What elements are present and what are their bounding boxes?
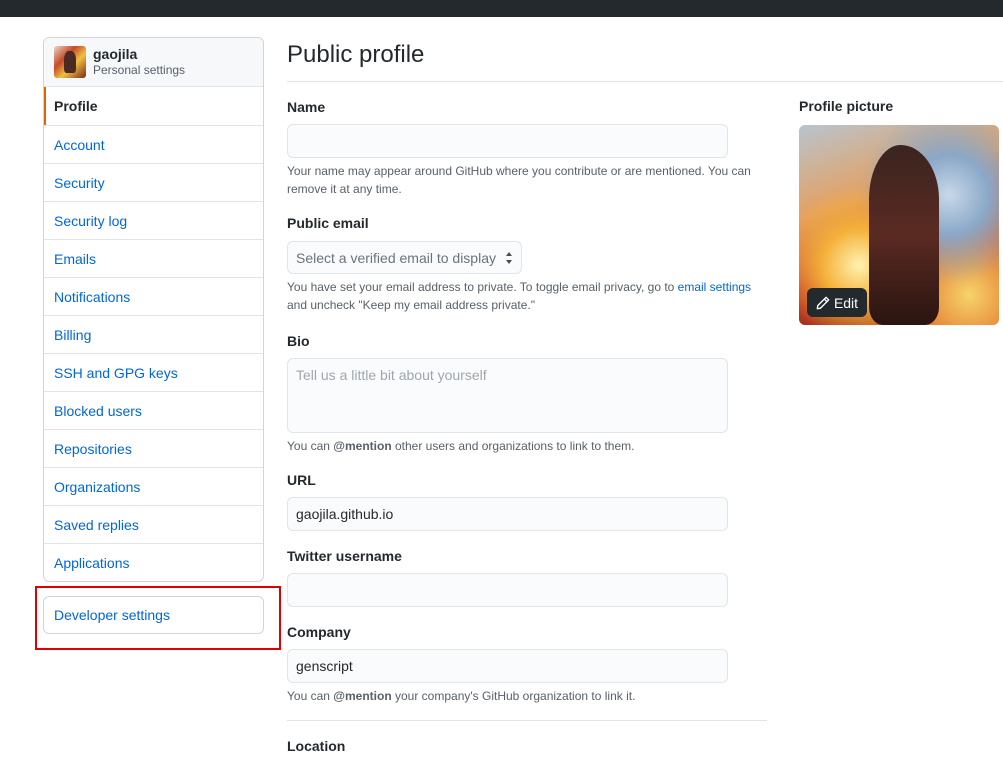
sidebar-item-label: Profile (54, 98, 98, 114)
sidebar-item-security[interactable]: Security (44, 163, 263, 201)
email-settings-link[interactable]: email settings (678, 280, 751, 294)
sidebar-item-label: SSH and GPG keys (54, 364, 178, 381)
name-label: Name (287, 99, 326, 115)
public-email-select[interactable]: Select a verified email to display (287, 241, 522, 274)
sidebar-item-blocked-users[interactable]: Blocked users (44, 391, 263, 429)
sidebar-item-applications[interactable]: Applications (44, 543, 263, 581)
sidebar-item-label: Organizations (54, 478, 141, 495)
company-label: Company (287, 624, 351, 640)
sidebar-item-repositories[interactable]: Repositories (44, 429, 263, 467)
sidebar-item-security-log[interactable]: Security log (44, 201, 263, 239)
sidebar-item-ssh-and-gpg-keys[interactable]: SSH and GPG keys (44, 353, 263, 391)
location-label: Location (287, 738, 346, 754)
url-label: URL (287, 472, 316, 488)
avatar (54, 46, 86, 78)
name-note: Your name may appear around GitHub where… (287, 164, 751, 196)
public-email-note: You have set your email address to priva… (287, 280, 752, 312)
sidebar-item-label: Blocked users (54, 402, 142, 419)
company-note: You can @mention your company's GitHub o… (287, 689, 636, 703)
name-input[interactable] (287, 124, 728, 158)
sidebar-item-profile[interactable]: Profile (44, 87, 263, 125)
profile-picture-label: Profile picture (799, 98, 894, 114)
select-arrows-icon (506, 252, 512, 264)
sidebar-item-emails[interactable]: Emails (44, 239, 263, 277)
sidebar-item-label: Account (54, 136, 105, 153)
url-input[interactable] (287, 497, 728, 531)
sidebar-item-saved-replies[interactable]: Saved replies (44, 505, 263, 543)
pencil-icon (816, 296, 830, 309)
edit-label: Edit (833, 294, 859, 311)
sidebar-username: gaojila (93, 46, 138, 62)
company-input[interactable] (287, 649, 728, 683)
sidebar-item-label: Security (54, 174, 105, 191)
sidebar-item-label: Notifications (54, 288, 131, 305)
sidebar-item-notifications[interactable]: Notifications (44, 277, 263, 315)
sidebar-item-label: Billing (54, 326, 92, 343)
twitter-input[interactable] (287, 573, 728, 607)
settings-menu: gaojila Personal settings Profile Account… (43, 37, 264, 582)
sidebar-item-account[interactable]: Account (44, 125, 263, 163)
sidebar-user-header[interactable]: gaojila Personal settings (44, 38, 263, 87)
page-title: Public profile (287, 37, 1003, 82)
profile-picture-figure (869, 145, 939, 325)
sidebar-item-organizations[interactable]: Organizations (44, 467, 263, 505)
bio-note: You can @mention other users and organiz… (287, 439, 635, 453)
sidebar-subtitle: Personal settings (93, 63, 186, 77)
sidebar-item-developer-settings[interactable]: Developer settings (43, 596, 264, 634)
sidebar-item-label: Security log (54, 212, 128, 229)
sidebar-item-label: Repositories (54, 440, 132, 457)
public-email-selected: Select a verified email to display (296, 249, 496, 266)
sidebar-item-label: Applications (54, 554, 130, 571)
edit-profile-picture-button[interactable]: Edit (807, 288, 867, 317)
sidebar-item-label: Developer settings (54, 607, 170, 623)
sidebar-item-label: Emails (54, 250, 97, 267)
section-divider (287, 720, 767, 721)
twitter-label: Twitter username (287, 548, 402, 564)
public-email-label: Public email (287, 215, 369, 231)
bio-label: Bio (287, 333, 310, 349)
sidebar-item-billing[interactable]: Billing (44, 315, 263, 353)
top-navigation-bar (0, 0, 1003, 17)
bio-textarea[interactable] (287, 358, 728, 433)
sidebar-item-label: Saved replies (54, 516, 139, 533)
settings-sidebar: gaojila Personal settings Profile Account… (43, 37, 264, 582)
